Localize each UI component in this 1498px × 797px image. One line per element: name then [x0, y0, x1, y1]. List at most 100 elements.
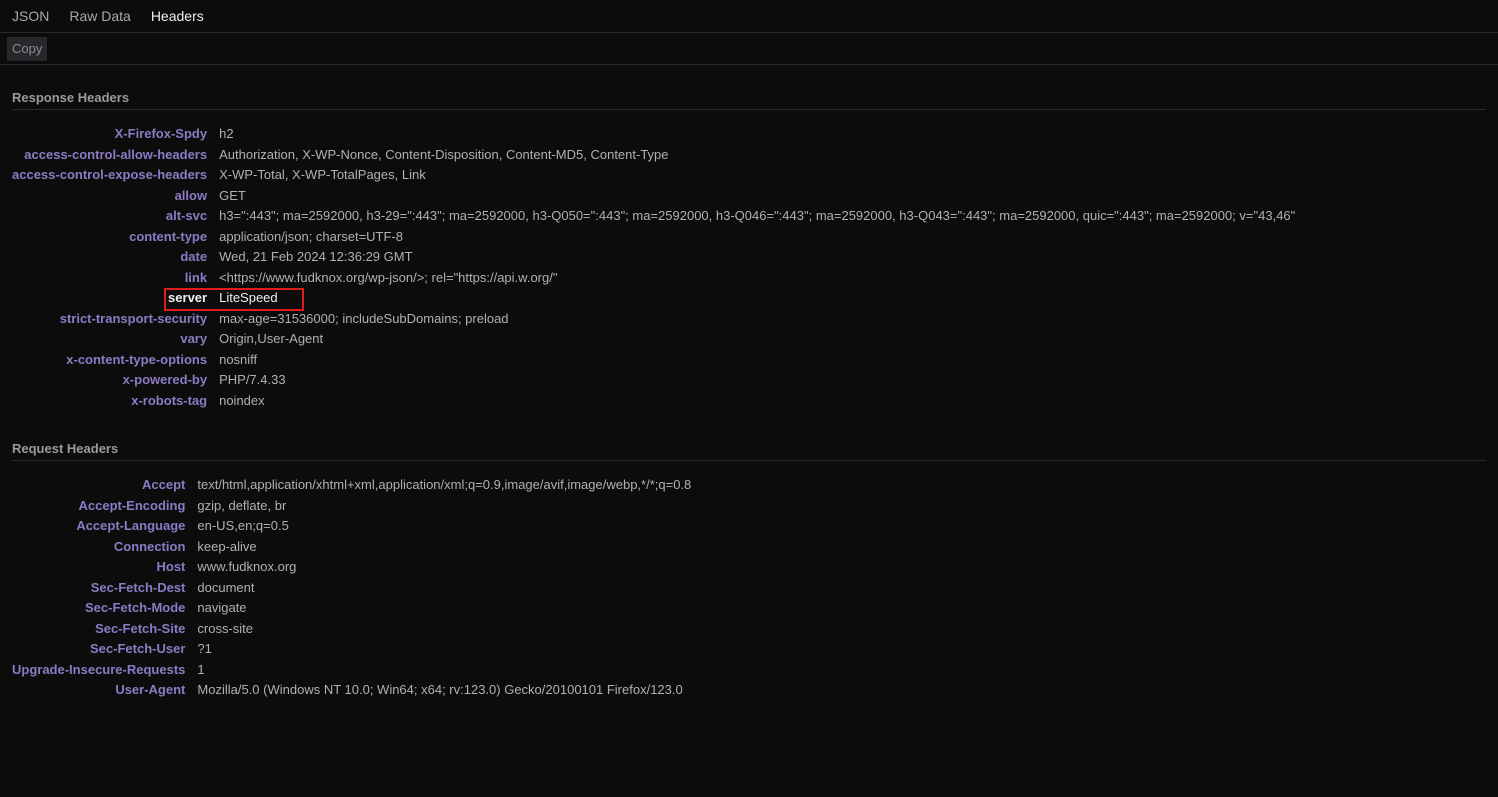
header-name-text: access-control-expose-headers [12, 167, 208, 182]
header-name: access-control-allow-headers [12, 145, 219, 166]
copy-button[interactable]: Copy [7, 36, 48, 61]
header-value: 1 [197, 660, 691, 681]
header-row: vary Origin,User-Agent [12, 329, 1295, 350]
header-row: strict-transport-security max-age=3153600… [12, 309, 1295, 330]
header-name: alt-svc [12, 206, 219, 227]
header-value-text: cross-site [197, 620, 254, 636]
header-value-text: ?1 [197, 641, 212, 656]
header-name: Accept [12, 475, 197, 496]
header-name-text: alt-svc [165, 208, 208, 223]
header-value-text: www.fudknox.org [197, 559, 297, 574]
header-name: link [12, 268, 219, 289]
header-name: Accept-Encoding [12, 496, 197, 517]
header-name-text: Accept-Encoding [78, 497, 186, 513]
request-headers-title: Request Headers [12, 441, 1486, 461]
header-row: content-type application/json; charset=UT… [12, 227, 1295, 248]
header-row: access-control-allow-headers Authorizatio… [12, 145, 1295, 166]
header-row: Accept text/html,application/xhtml+xml,ap… [12, 475, 691, 496]
header-value: gzip, deflate, br [197, 496, 691, 517]
header-name: x-content-type-options [12, 350, 219, 371]
header-row: date Wed, 21 Feb 2024 12:36:29 GMT [12, 247, 1295, 268]
toolbar: Copy [0, 33, 1498, 65]
headers-viewer: JSON Raw Data Headers Copy Response Head… [0, 0, 1498, 701]
header-row: X-Firefox-Spdy h2 [12, 124, 1295, 145]
header-value: GET [219, 186, 1295, 207]
response-headers-table: X-Firefox-Spdy h2 access-control-allow-hea… [12, 124, 1295, 411]
header-value-text: text/html,application/xhtml+xml,applicat… [197, 477, 692, 492]
header-name: Sec-Fetch-Site [12, 619, 197, 640]
header-value: document [197, 578, 691, 599]
header-value-text: LiteSpeed [219, 290, 278, 305]
tab-raw-data[interactable]: Raw Data [59, 0, 140, 32]
header-row: x-robots-tag noindex [12, 391, 1295, 412]
header-value: Wed, 21 Feb 2024 12:36:29 GMT [219, 247, 1295, 268]
header-name-text: Connection [113, 538, 186, 554]
header-value: Authorization, X-WP-Nonce, Content-Dispo… [219, 145, 1295, 166]
header-name: Upgrade-Insecure-Requests [12, 660, 197, 681]
header-name: allow [12, 186, 219, 207]
header-name: User-Agent [12, 680, 197, 701]
header-value-text: max-age=31536000; includeSubDomains; pre… [219, 310, 509, 326]
header-name: strict-transport-security [12, 309, 219, 330]
header-value-text: application/json; charset=UTF-8 [219, 228, 403, 244]
header-name: server [12, 288, 219, 309]
header-name-text: link [184, 269, 208, 285]
header-value: nosniff [219, 350, 1295, 371]
header-value-text: h3=":443"; ma=2592000, h3-29=":443"; ma=… [219, 208, 1296, 223]
header-value: max-age=31536000; includeSubDomains; pre… [219, 309, 1295, 330]
header-name: Sec-Fetch-User [12, 639, 197, 660]
header-name: Accept-Language [12, 516, 197, 537]
header-name: X-Firefox-Spdy [12, 124, 219, 145]
header-value: application/json; charset=UTF-8 [219, 227, 1295, 248]
header-name-text: x-content-type-options [66, 351, 208, 367]
header-name: x-powered-by [12, 370, 219, 391]
header-name-text: x-powered-by [122, 372, 208, 387]
header-value: <https://www.fudknox.org/wp-json/>; rel=… [219, 268, 1295, 289]
header-value-text: en-US,en;q=0.5 [197, 518, 289, 533]
header-name: x-robots-tag [12, 391, 219, 412]
header-value: text/html,application/xhtml+xml,applicat… [197, 475, 691, 496]
header-name: Sec-Fetch-Dest [12, 578, 197, 599]
header-name-text: User-Agent [115, 682, 186, 697]
header-value-text: navigate [197, 600, 247, 615]
header-name: Sec-Fetch-Mode [12, 598, 197, 619]
header-name: Connection [12, 537, 197, 558]
header-value: PHP/7.4.33 [219, 370, 1295, 391]
header-value: ?1 [197, 639, 691, 660]
header-value-text: Authorization, X-WP-Nonce, Content-Dispo… [219, 146, 669, 162]
header-value-text: <https://www.fudknox.org/wp-json/>; rel=… [219, 269, 558, 285]
header-value-text: document [197, 579, 255, 595]
header-value-text: keep-alive [197, 538, 257, 554]
header-value-text: GET [219, 187, 246, 203]
header-value: h3=":443"; ma=2592000, h3-29=":443"; ma=… [219, 206, 1295, 227]
header-name: content-type [12, 227, 219, 248]
header-name-text: Accept-Language [76, 518, 186, 533]
header-row: Connection keep-alive [12, 537, 691, 558]
header-value-text: Mozilla/5.0 (Windows NT 10.0; Win64; x64… [197, 682, 683, 697]
header-name-text: access-control-allow-headers [24, 146, 208, 162]
header-value: www.fudknox.org [197, 557, 691, 578]
header-row: x-content-type-options nosniff [12, 350, 1295, 371]
header-row: Accept-Encoding gzip, deflate, br [12, 496, 691, 517]
tab-json[interactable]: JSON [2, 0, 59, 32]
header-name: vary [12, 329, 219, 350]
header-row: Sec-Fetch-Dest document [12, 578, 691, 599]
request-headers-table: Accept text/html,application/xhtml+xml,ap… [12, 475, 691, 701]
header-name-text: vary [180, 331, 208, 346]
header-value: navigate [197, 598, 691, 619]
tab-headers[interactable]: Headers [141, 0, 214, 32]
header-row: x-powered-by PHP/7.4.33 [12, 370, 1295, 391]
header-name-text: Sec-Fetch-Site [95, 620, 186, 636]
header-value: noindex [219, 391, 1295, 412]
header-name-text: allow [174, 187, 208, 203]
header-value: Mozilla/5.0 (Windows NT 10.0; Win64; x64… [197, 680, 691, 701]
header-name-text: x-robots-tag [131, 392, 208, 408]
header-name-text: X-Firefox-Spdy [114, 126, 208, 141]
header-row: Upgrade-Insecure-Requests 1 [12, 660, 691, 681]
header-row: alt-svc h3=":443"; ma=2592000, h3-29=":44… [12, 206, 1295, 227]
header-row: allow GET [12, 186, 1295, 207]
header-name-text: Sec-Fetch-User [90, 641, 186, 656]
header-row: Host www.fudknox.org [12, 557, 691, 578]
header-row: link <https://www.fudknox.org/wp-json/>; … [12, 268, 1295, 289]
header-name: access-control-expose-headers [12, 165, 219, 186]
